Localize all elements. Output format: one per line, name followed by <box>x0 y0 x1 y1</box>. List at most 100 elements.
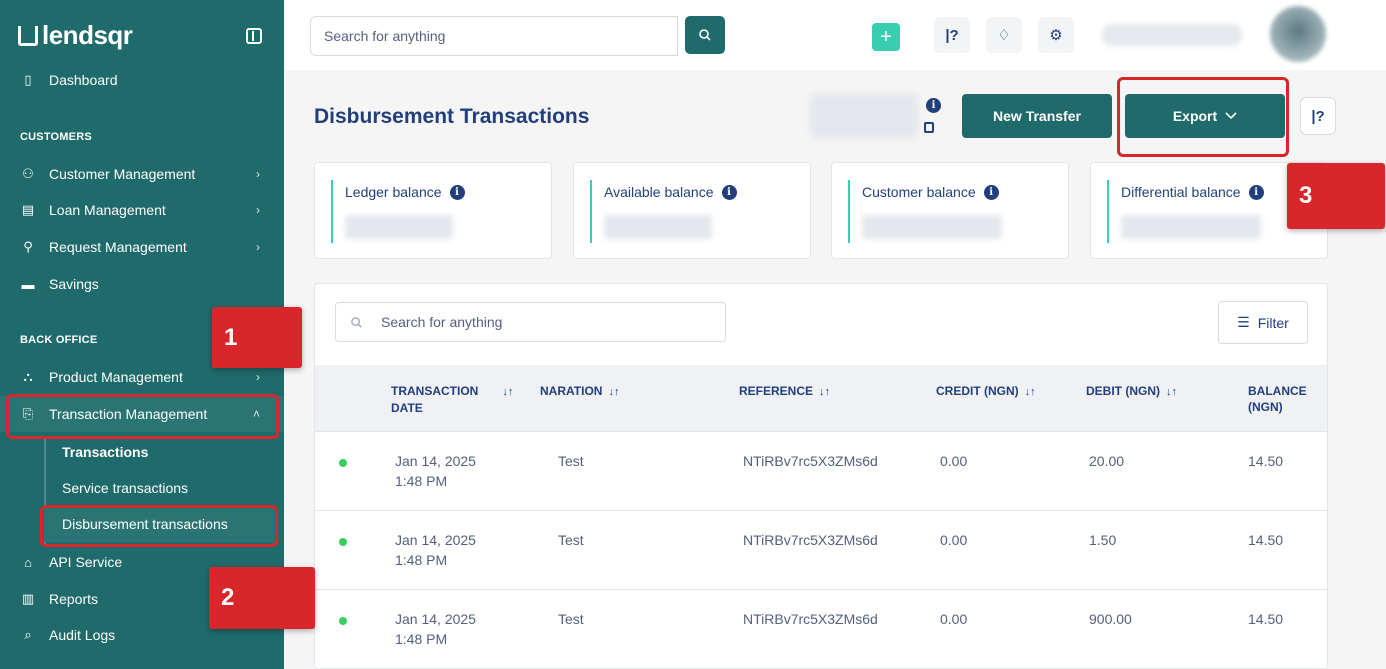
card-label-text: Available balance <box>604 184 714 200</box>
sidebar-item-label: Dashboard <box>49 72 118 88</box>
sidebar-item-savings[interactable]: ▬ Savings <box>20 270 270 298</box>
cell-date: Jan 14, 2025 1:48 PM <box>395 451 476 491</box>
filter-label: Filter <box>1257 314 1289 331</box>
cell-credit: 0.00 <box>940 611 968 627</box>
sidebar-item-label: Request Management <box>49 239 187 255</box>
logo-icon <box>18 25 38 46</box>
new-transfer-button[interactable]: New Transfer <box>962 94 1112 138</box>
brand-logo[interactable]: lendsqr <box>18 20 133 51</box>
sidebar-item-label: Customer Management <box>49 166 196 182</box>
cell-credit: 0.00 <box>940 532 968 548</box>
column-header-debit[interactable]: DEBIT (NGN) ↓↑ <box>1086 383 1177 400</box>
brand-name: lendsqr <box>42 20 133 50</box>
column-header-credit[interactable]: CREDIT (NGN) ↓↑ <box>936 383 1036 400</box>
user-name-redacted[interactable] <box>1102 24 1242 46</box>
info-icon[interactable]: i <box>1248 184 1264 200</box>
settings-button[interactable]: ⚙ <box>1038 17 1074 53</box>
card-label: Ledger balance i <box>345 184 465 200</box>
plus-icon: + <box>880 25 892 48</box>
time-text: 1:48 PM <box>395 631 448 647</box>
header-text: BALANCE <box>1248 384 1307 398</box>
cell-date: Jan 14, 2025 1:48 PM <box>395 530 476 570</box>
available-balance-card: Available balance i <box>573 162 811 259</box>
table-search-placeholder: Search for anything <box>381 314 503 330</box>
header-text: DATE <box>391 401 423 415</box>
section-back-office: BACK OFFICE <box>20 334 98 346</box>
notifications-button[interactable]: ♢ <box>986 17 1022 53</box>
table-row[interactable]: Jan 14, 2025 1:48 PM Test NTiRBv7rc5X3ZMs… <box>315 589 1327 668</box>
info-icon[interactable]: i <box>721 184 737 200</box>
users-icon: ⚇ <box>22 166 34 181</box>
date-text: Jan 14, 2025 <box>395 611 476 627</box>
ledger-balance-card: Ledger balance i <box>314 162 552 259</box>
sort-icon[interactable]: ↓↑ <box>502 386 513 398</box>
annotation-badge-1: 1 <box>212 307 302 368</box>
filter-button[interactable]: ☰ Filter <box>1218 301 1308 344</box>
sidebar-item-loan-management[interactable]: ▤ Loan Management › <box>20 196 270 224</box>
info-icon[interactable]: i <box>449 184 465 200</box>
page-help-button[interactable]: |? <box>1300 97 1336 135</box>
sidebar-subitem-service-transactions[interactable]: Service transactions <box>62 480 188 496</box>
cell-date: Jan 14, 2025 1:48 PM <box>395 609 476 649</box>
chevron-right-icon: › <box>256 203 260 217</box>
status-dot <box>339 617 347 625</box>
annotation-highlight-transaction-management <box>6 394 279 439</box>
column-header-balance[interactable]: BALANCE (NGN) <box>1248 383 1307 415</box>
global-search-input[interactable]: Search for anything <box>310 16 678 56</box>
info-icon[interactable]: i <box>926 98 941 113</box>
sort-icon[interactable]: ↓↑ <box>1025 386 1036 398</box>
table-row[interactable]: Jan 14, 2025 1:48 PM Test NTiRBv7rc5X3ZMs… <box>315 431 1327 510</box>
sidebar-item-request-management[interactable]: ⚲ Request Management › <box>20 233 270 261</box>
table-row[interactable]: Jan 14, 2025 1:48 PM Test NTiRBv7rc5X3ZMs… <box>315 510 1327 589</box>
card-accent-rail <box>590 180 592 243</box>
info-icon[interactable]: i <box>983 184 999 200</box>
cell-debit: 900.00 <box>1089 611 1132 627</box>
search-button[interactable] <box>685 16 725 54</box>
sidebar-item-label: Audit Logs <box>49 627 116 643</box>
cell-balance: 14.50 <box>1248 532 1284 548</box>
help-button[interactable]: |? <box>934 17 970 53</box>
cell-reference: NTiRBv7rc5X3ZMs6d <box>743 532 878 548</box>
sidebar-item-dashboard[interactable]: ▯ Dashboard <box>20 66 270 94</box>
avatar[interactable] <box>1270 6 1326 62</box>
sidebar-item-label: Reports <box>49 591 99 607</box>
card-label-text: Ledger balance <box>345 184 442 200</box>
help-icon: |? <box>945 26 959 44</box>
column-header-reference[interactable]: REFERENCE ↓↑ <box>739 383 830 400</box>
cell-reference: NTiRBv7rc5X3ZMs6d <box>743 453 878 469</box>
sidebar-subitem-transactions[interactable]: Transactions <box>62 444 148 460</box>
time-text: 1:48 PM <box>395 552 448 568</box>
cell-balance: 14.50 <box>1248 453 1284 469</box>
search-icon <box>699 29 711 41</box>
briefcase-icon: ▬ <box>21 276 35 292</box>
table-search-input[interactable]: Search for anything <box>335 302 726 342</box>
sort-icon[interactable]: ↓↑ <box>608 386 619 398</box>
header-text: TRANSACTION <box>391 384 479 398</box>
annotation-highlight-disbursement-transactions <box>40 505 278 547</box>
sidebar-item-label: Loan Management <box>49 202 166 218</box>
header-text: DEBIT (NGN) <box>1086 384 1160 398</box>
date-text: Jan 14, 2025 <box>395 453 476 469</box>
chevron-right-icon: › <box>256 240 260 254</box>
status-dot <box>339 538 347 546</box>
page-title: Disbursement Transactions <box>314 105 590 128</box>
transactions-table-card: Search for anything ☰ Filter TRANSACTION… <box>314 283 1328 669</box>
annotation-badge-2: 2 <box>209 567 315 629</box>
column-header-transaction-date[interactable]: TRANSACTION ↓↑ DATE <box>391 383 513 416</box>
cell-credit: 0.00 <box>940 453 968 469</box>
column-header-naration[interactable]: NARATION ↓↑ <box>540 383 619 400</box>
main-content: Disbursement Transactions i New Transfer… <box>284 70 1386 669</box>
sort-icon[interactable]: ↓↑ <box>819 386 830 398</box>
collapse-sidebar-icon[interactable] <box>246 28 262 44</box>
sidebar-item-customer-management[interactable]: ⚇ Customer Management › <box>20 160 270 188</box>
sidebar-item-label: API Service <box>49 554 123 570</box>
cell-debit: 1.50 <box>1089 532 1117 548</box>
add-button[interactable]: + <box>872 23 900 51</box>
card-value-redacted <box>862 215 1002 239</box>
header-text: CREDIT (NGN) <box>936 384 1019 398</box>
copy-icon[interactable] <box>924 122 934 133</box>
header-text: REFERENCE <box>739 384 814 398</box>
search-icon <box>351 316 362 328</box>
date-text: Jan 14, 2025 <box>395 532 476 548</box>
sort-icon[interactable]: ↓↑ <box>1166 386 1177 398</box>
